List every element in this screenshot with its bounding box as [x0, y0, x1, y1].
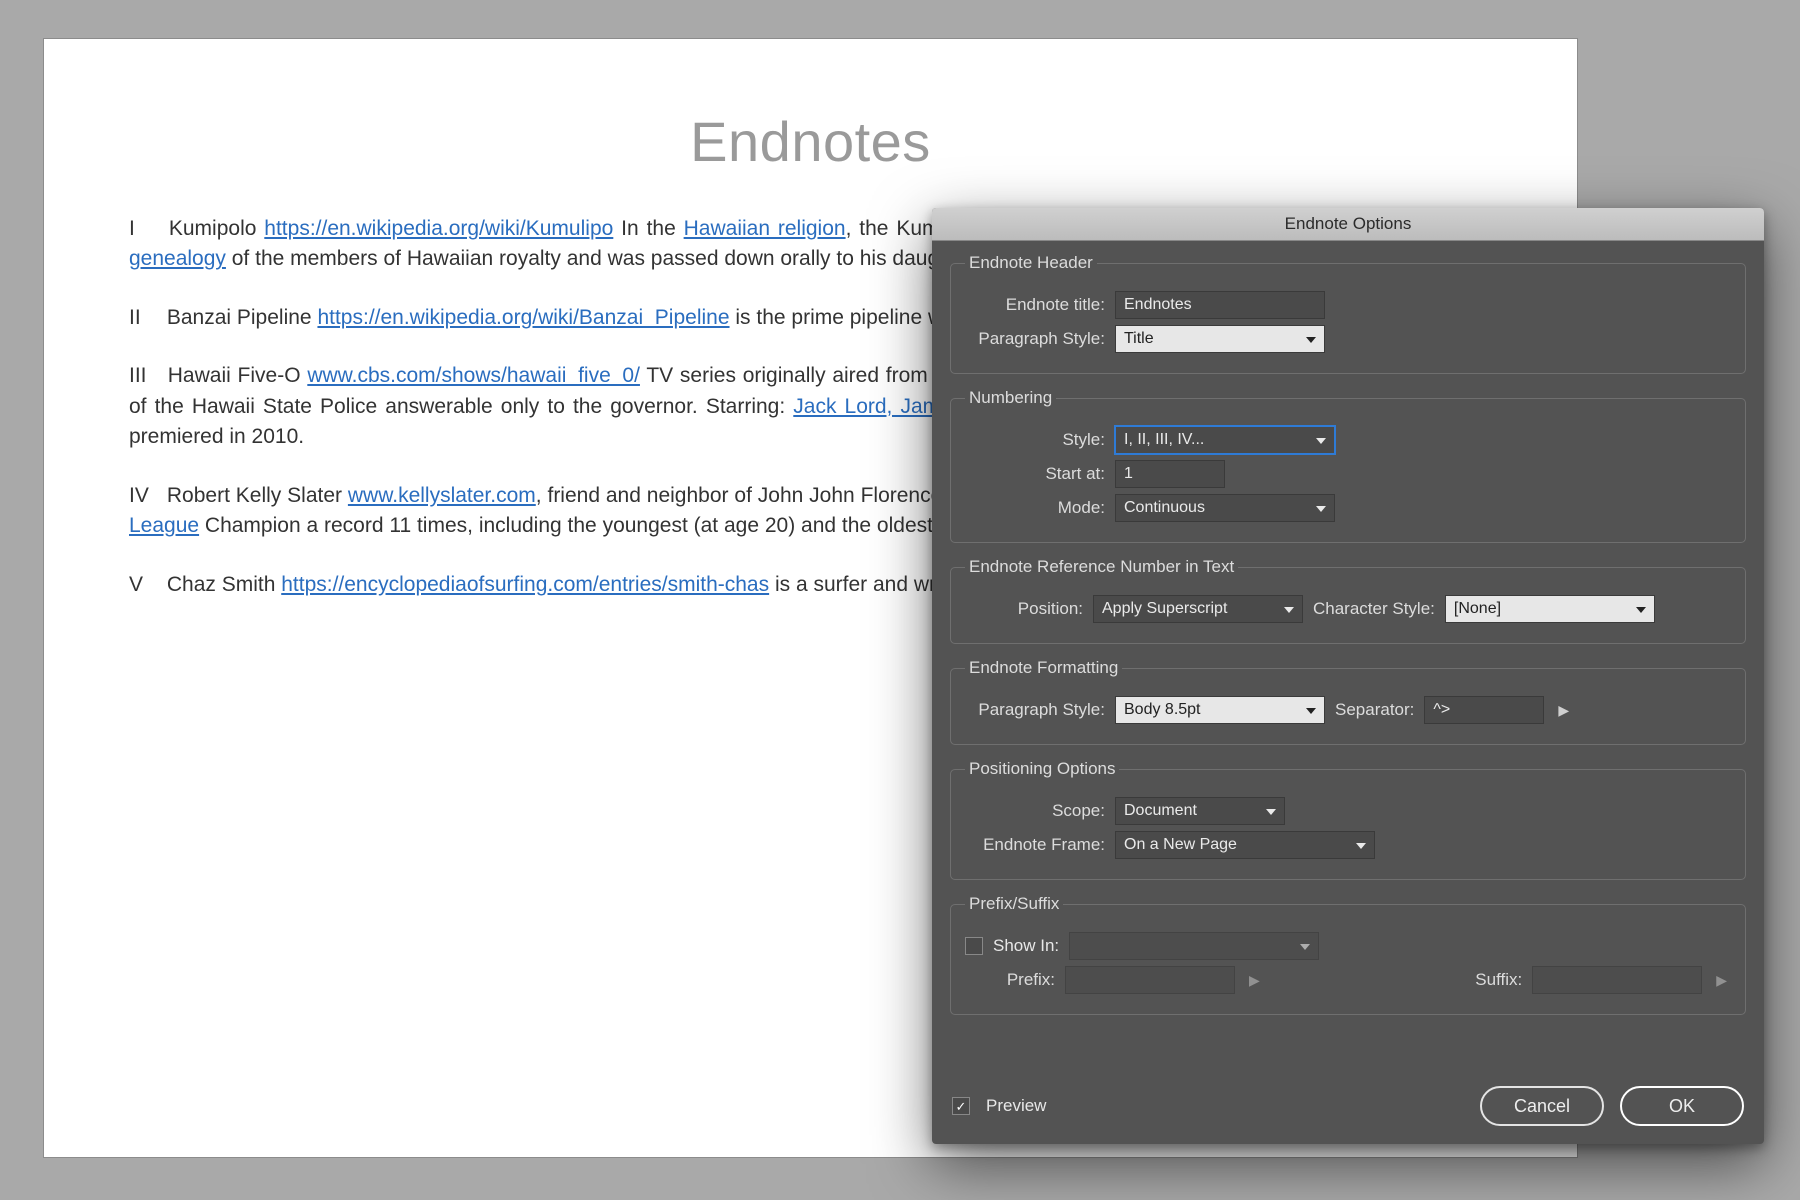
positioning-group: Positioning Options Scope: Document Endn… [950, 759, 1746, 880]
endnote-text: Chaz Smith [167, 573, 281, 596]
chevron-down-icon [1284, 600, 1294, 618]
endnote-link[interactable]: Hawaiian religion [684, 217, 846, 240]
character-style-label: Character Style: [1313, 599, 1435, 619]
select-value: Document [1124, 802, 1197, 820]
flyout-arrow-icon[interactable]: ▶ [1712, 972, 1731, 989]
start-at-label: Start at: [965, 464, 1105, 484]
endnote-header-group: Endnote Header Endnote title: Paragraph … [950, 253, 1746, 374]
group-label: Numbering [965, 388, 1056, 408]
endnote-link[interactable]: genealogy [129, 247, 226, 270]
chevron-down-icon [1300, 937, 1310, 955]
formatting-pstyle-select[interactable]: Body 8.5pt [1115, 696, 1325, 724]
show-in-checkbox[interactable] [965, 937, 983, 955]
select-value: Apply Superscript [1102, 600, 1227, 618]
position-select[interactable]: Apply Superscript [1093, 595, 1303, 623]
formatting-pstyle-label: Paragraph Style: [965, 700, 1105, 720]
numbering-group: Numbering Style: I, II, III, IV... Start… [950, 388, 1746, 543]
endnote-link[interactable]: https://encyclopediaofsurfing.com/entrie… [281, 573, 769, 596]
flyout-arrow-icon[interactable]: ▶ [1245, 972, 1264, 989]
endnote-text: Banzai Pipeline [167, 306, 318, 329]
group-label: Prefix/Suffix [965, 894, 1063, 914]
endnote-title-input[interactable] [1115, 291, 1325, 319]
endnote-number: III [129, 361, 161, 391]
group-label: Endnote Header [965, 253, 1097, 273]
endnote-number: V [129, 570, 161, 600]
endnote-link[interactable]: https://en.wikipedia.org/wiki/Kumulipo [264, 217, 613, 240]
separator-label: Separator: [1335, 700, 1414, 720]
show-in-select[interactable] [1069, 932, 1319, 960]
chevron-down-icon [1356, 836, 1366, 854]
select-value: Continuous [1124, 499, 1205, 517]
preview-checkbox[interactable] [952, 1097, 970, 1115]
endnote-title-label: Endnote title: [965, 295, 1105, 315]
select-value: [None] [1454, 600, 1501, 618]
dialog-body: Endnote Header Endnote title: Paragraph … [932, 241, 1764, 1076]
separator-input[interactable] [1424, 696, 1544, 724]
suffix-input[interactable] [1532, 966, 1702, 994]
group-label: Endnote Reference Number in Text [965, 557, 1238, 577]
preview-label: Preview [986, 1096, 1046, 1116]
prefix-suffix-group: Prefix/Suffix Show In: Prefix: ▶ Suffix:… [950, 894, 1746, 1015]
group-label: Positioning Options [965, 759, 1119, 779]
cancel-button[interactable]: Cancel [1480, 1086, 1604, 1126]
ok-button[interactable]: OK [1620, 1086, 1744, 1126]
select-value: On a New Page [1124, 836, 1237, 854]
mode-select[interactable]: Continuous [1115, 494, 1335, 522]
select-value: I, II, III, IV... [1124, 431, 1204, 449]
endnote-text: Hawaii Five-O [168, 364, 308, 387]
select-value: Title [1124, 330, 1154, 348]
scope-select[interactable]: Document [1115, 797, 1285, 825]
chevron-down-icon [1306, 330, 1316, 348]
prefix-input[interactable] [1065, 966, 1235, 994]
show-in-label: Show In: [993, 936, 1059, 956]
endnote-number: I [129, 214, 161, 244]
paragraph-style-label: Paragraph Style: [965, 329, 1105, 349]
flyout-arrow-icon[interactable]: ▶ [1554, 702, 1573, 719]
reference-number-group: Endnote Reference Number in Text Positio… [950, 557, 1746, 644]
chevron-down-icon [1316, 431, 1326, 449]
endnote-link[interactable]: www.cbs.com/shows/hawaii_five_0/ [307, 364, 640, 387]
endnote-link[interactable]: https://en.wikipedia.org/wiki/Banzai_Pip… [317, 306, 729, 329]
endnote-link[interactable]: www.kellyslater.com [348, 484, 536, 507]
character-style-select[interactable]: [None] [1445, 595, 1655, 623]
endnote-text: Kumipolo [169, 217, 264, 240]
endnote-number: II [129, 303, 161, 333]
position-label: Position: [965, 599, 1083, 619]
suffix-label: Suffix: [1475, 970, 1522, 990]
chevron-down-icon [1636, 600, 1646, 618]
group-label: Endnote Formatting [965, 658, 1122, 678]
endnote-text: Robert Kelly Slater [167, 484, 348, 507]
scope-label: Scope: [965, 801, 1105, 821]
page-title: Endnotes [129, 109, 1492, 174]
chevron-down-icon [1266, 802, 1276, 820]
endnote-formatting-group: Endnote Formatting Paragraph Style: Body… [950, 658, 1746, 745]
numbering-style-select[interactable]: I, II, III, IV... [1115, 426, 1335, 454]
chevron-down-icon [1316, 499, 1326, 517]
endnote-options-dialog: Endnote Options Endnote Header Endnote t… [932, 208, 1764, 1144]
endnote-frame-label: Endnote Frame: [965, 835, 1105, 855]
endnote-number: IV [129, 481, 161, 511]
endnote-text: of the members of Hawaiian royalty and w… [226, 247, 980, 270]
endnote-frame-select[interactable]: On a New Page [1115, 831, 1375, 859]
paragraph-style-select[interactable]: Title [1115, 325, 1325, 353]
prefix-label: Prefix: [965, 970, 1055, 990]
dialog-title: Endnote Options [932, 208, 1764, 241]
endnote-text: In the [613, 217, 683, 240]
chevron-down-icon [1306, 701, 1316, 719]
numbering-style-label: Style: [965, 430, 1105, 450]
start-at-input[interactable] [1115, 460, 1225, 488]
dialog-footer: Preview Cancel OK [932, 1076, 1764, 1144]
mode-label: Mode: [965, 498, 1105, 518]
select-value: Body 8.5pt [1124, 701, 1201, 719]
